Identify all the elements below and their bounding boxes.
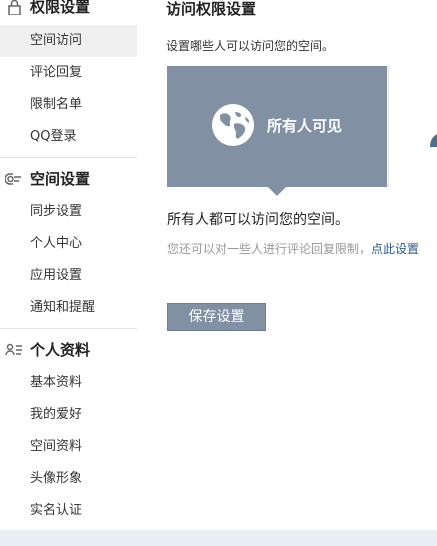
sidebar-item-notifications[interactable]: 通知和提醒 <box>0 292 137 324</box>
sidebar-item-comment-reply[interactable]: 评论回复 <box>0 57 137 89</box>
sidebar-item-label: 评论回复 <box>30 65 83 80</box>
sidebar-item-label: 基本资料 <box>30 375 83 390</box>
sidebar-item-restriction-list[interactable]: 限制名单 <box>0 89 137 121</box>
section-header-space-settings: 空间设置 <box>0 167 137 193</box>
restriction-note: 您还可以对一些人进行评论回复限制，点此设置 <box>167 240 419 258</box>
sidebar-item-hobbies[interactable]: 我的爱好 <box>0 399 137 431</box>
option-label: 所有人可见 <box>267 117 343 135</box>
sidebar-item-label: 空间访问 <box>30 33 83 48</box>
sidebar-item-label: 头像形象 <box>30 471 83 486</box>
selected-pointer <box>267 186 287 196</box>
sidebar-item-avatar-image[interactable]: 头像形象 <box>0 463 137 495</box>
sidebar-item-personal-center[interactable]: 个人中心 <box>0 228 137 260</box>
page-title: 访问权限设置 <box>166 0 257 18</box>
save-button[interactable]: 保存设置 <box>167 303 266 331</box>
section-divider <box>0 157 137 158</box>
set-restriction-link[interactable]: 点此设置 <box>371 242 419 256</box>
sidebar-item-label: 通知和提醒 <box>30 300 96 315</box>
sidebar-item-label: 个人中心 <box>30 236 83 251</box>
visibility-selector: 所有人可见 <box>167 66 437 196</box>
section-title: 个人资料 <box>30 341 91 359</box>
bottom-bar <box>0 530 437 546</box>
page-subtitle: 设置哪些人可以访问您的空间。 <box>166 39 335 53</box>
sidebar-item-basic-info[interactable]: 基本资料 <box>0 367 137 399</box>
section-header-permissions: 权限设置 <box>0 0 137 21</box>
sidebar-item-label: 实名认证 <box>30 503 83 518</box>
sidebar-item-real-name-auth[interactable]: 实名认证 <box>0 495 137 527</box>
sidebar-item-qq-login[interactable]: QQ登录 <box>0 121 137 153</box>
toggle-icon <box>4 171 23 187</box>
section-divider <box>0 328 137 329</box>
globe-icon <box>211 103 255 147</box>
main-panel: 访问权限设置 设置哪些人可以访问您的空间。 所有人可见 所有人都可以访问您的空间… <box>137 0 437 546</box>
note-text: 您还可以对一些人进行评论回复限制， <box>167 242 372 256</box>
option-next-partial[interactable] <box>388 66 437 187</box>
sidebar-item-space-info[interactable]: 空间资料 <box>0 431 137 463</box>
person-icon <box>426 129 437 147</box>
option-everyone-visible[interactable]: 所有人可见 <box>167 66 387 196</box>
visibility-description: 所有人都可以访问您的空间。 <box>167 212 349 228</box>
sidebar-item-label: 应用设置 <box>30 268 83 283</box>
section-title: 空间设置 <box>30 170 91 188</box>
sidebar-item-space-access[interactable]: 空间访问 <box>0 25 137 57</box>
sidebar-item-label: QQ登录 <box>30 129 77 144</box>
sidebar-item-label: 我的爱好 <box>30 407 83 422</box>
sidebar-item-app-settings[interactable]: 应用设置 <box>0 260 137 292</box>
section-header-profile: 个人资料 <box>0 338 137 364</box>
sidebar: 权限设置 空间访问 评论回复 限制名单 QQ登录 空间设置 同步设置 个人中心 … <box>0 0 137 546</box>
lock-icon <box>5 0 23 16</box>
app-root: 权限设置 空间访问 评论回复 限制名单 QQ登录 空间设置 同步设置 个人中心 … <box>0 0 437 546</box>
section-title: 权限设置 <box>30 0 91 16</box>
sidebar-item-label: 空间资料 <box>30 439 83 454</box>
sidebar-item-label: 同步设置 <box>30 204 83 219</box>
sidebar-item-label: 限制名单 <box>30 97 83 112</box>
sidebar-item-sync-settings[interactable]: 同步设置 <box>0 196 137 228</box>
profile-card-icon <box>5 342 23 358</box>
